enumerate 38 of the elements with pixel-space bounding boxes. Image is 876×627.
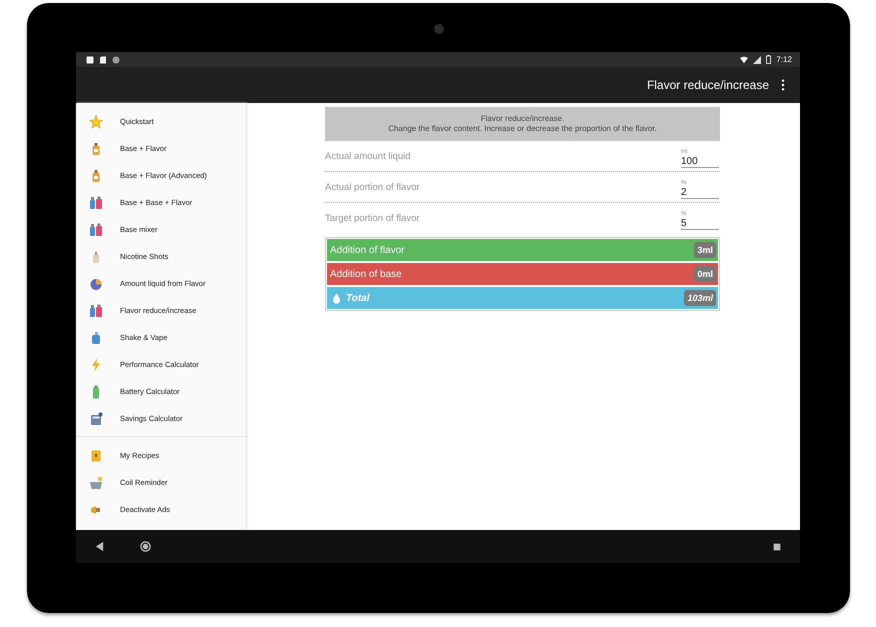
result-label: Addition of flavor bbox=[330, 244, 406, 256]
battery-icon bbox=[766, 55, 772, 64]
bottles-icon bbox=[89, 196, 103, 210]
result-label: Total bbox=[346, 292, 371, 304]
lightning-icon bbox=[89, 358, 103, 372]
star-icon bbox=[89, 114, 103, 128]
result-value: 103ml bbox=[684, 290, 716, 306]
notification-icon bbox=[86, 56, 94, 64]
signal-icon bbox=[753, 56, 762, 64]
home-icon[interactable] bbox=[140, 541, 151, 552]
wifi-icon bbox=[740, 56, 748, 64]
basket-icon bbox=[89, 476, 103, 490]
result-value: 3ml bbox=[694, 242, 716, 258]
bottles-icon bbox=[89, 222, 103, 236]
banner-description: Change the flavor content. Increase or decrease the proportion of the flavor. bbox=[388, 124, 657, 134]
field-label: Target portion of flavor bbox=[325, 212, 420, 224]
book-icon bbox=[89, 448, 103, 462]
result-value: 0ml bbox=[694, 266, 716, 282]
sd-card-icon bbox=[99, 56, 107, 64]
banner-title: Flavor reduce/increase. bbox=[480, 114, 564, 124]
bottles-icon bbox=[89, 304, 103, 318]
shaker-icon bbox=[89, 330, 103, 344]
pie-chart-icon bbox=[89, 276, 103, 290]
more-options-icon[interactable] bbox=[779, 77, 787, 93]
app-bar-title: Flavor reduce/increase bbox=[646, 78, 769, 92]
field-label: Actual amount liquid bbox=[325, 150, 411, 162]
number-input[interactable]: 5 bbox=[681, 218, 719, 230]
circle-icon bbox=[112, 56, 120, 64]
result-label: Addition of base bbox=[330, 268, 403, 280]
number-input[interactable]: 100 bbox=[681, 156, 719, 168]
field-label: Actual portion of flavor bbox=[325, 182, 420, 192]
number-input[interactable]: 2 bbox=[681, 186, 719, 198]
drop-icon bbox=[332, 292, 341, 304]
back-icon[interactable] bbox=[94, 541, 105, 552]
camera-dot bbox=[434, 24, 444, 34]
calculator-icon bbox=[89, 412, 103, 426]
recents-icon[interactable] bbox=[772, 542, 782, 552]
clock-time: 7:12 bbox=[776, 55, 792, 64]
